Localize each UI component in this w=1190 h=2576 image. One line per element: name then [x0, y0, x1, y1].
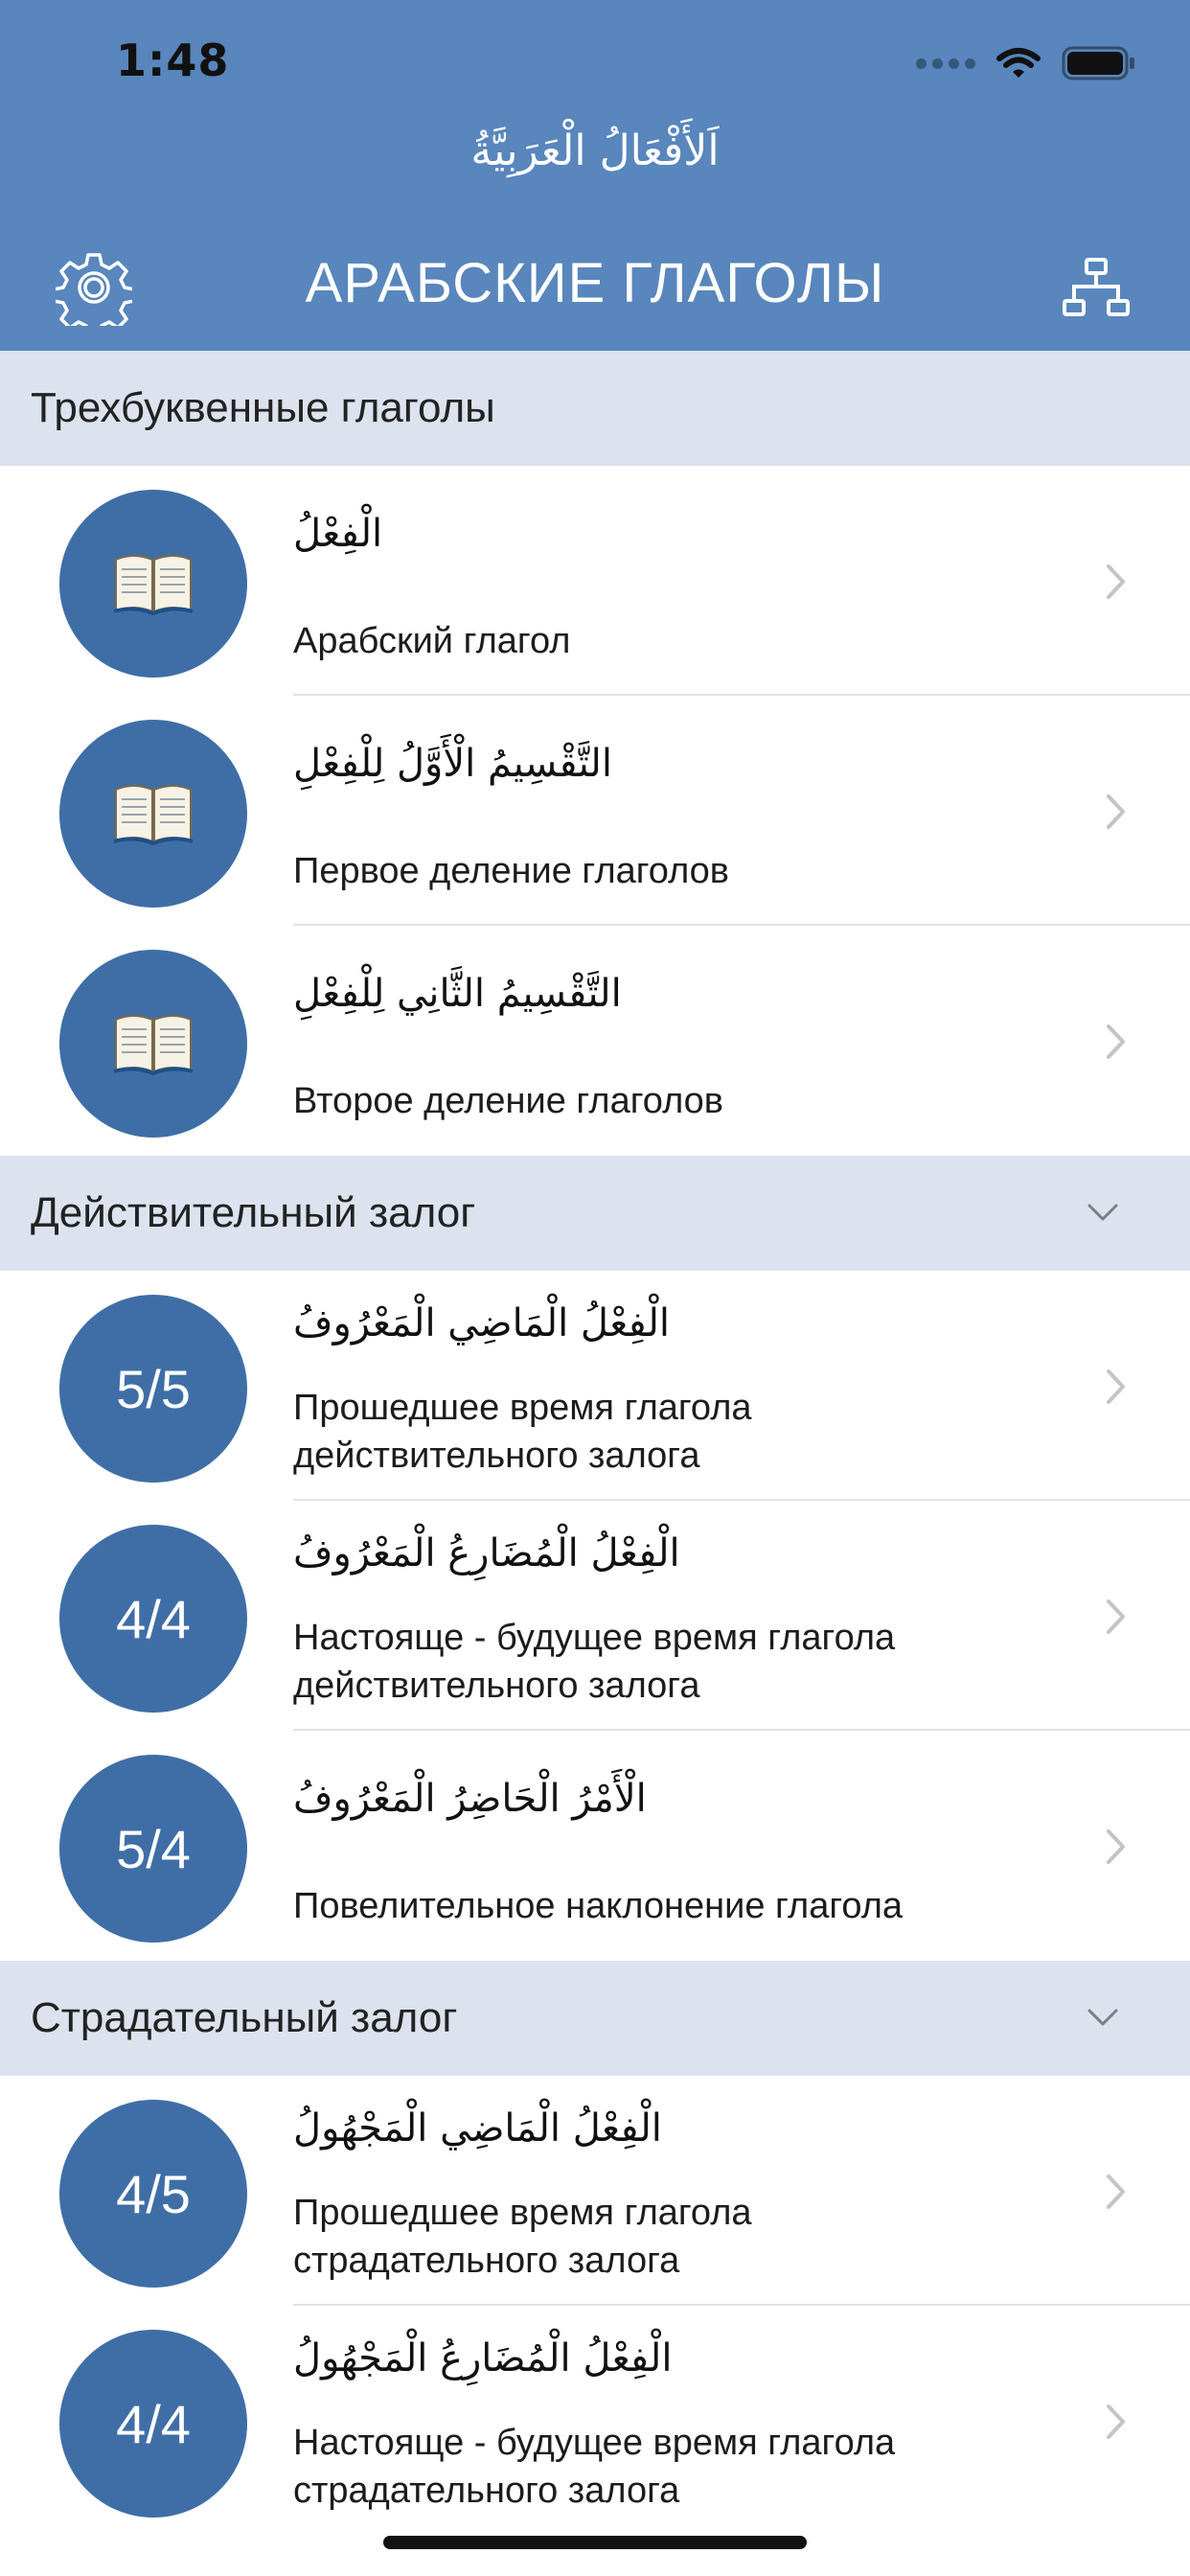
arabic-app-title: اَلأَفْعَالُ الْعَرَبِيَّةُ — [470, 126, 720, 175]
chevron-right-icon — [1107, 1369, 1125, 1404]
item-arabic-title: الْفِعْلُ الْمَاضِي الْمَعْرُوفُ — [293, 1301, 671, 1346]
chevron-right-icon — [1107, 1024, 1125, 1059]
item-badge: 4/5 — [59, 2100, 247, 2288]
item-arabic-title: التَّقْسِيمُ الثَّانِي لِلْفِعْلِ — [293, 972, 622, 1016]
battery-icon — [1062, 46, 1134, 80]
item-subtitle: Прошедшее время глагола действительного … — [293, 1384, 752, 1480]
list-item[interactable]: 5/4 الْأَمْرُ الْحَاضِرُ الْمَعْرُوفُ По… — [0, 1731, 1190, 1961]
item-subtitle-line: Настояще - будущее время глагола — [293, 2423, 896, 2463]
app-screen: 1:48 اَلأَفْعَالُ الْعَرَبِيَّةُ АРАБСКИ… — [0, 0, 1190, 2576]
item-subtitle-line: Прошедшее время глагола — [293, 1388, 752, 1428]
home-indicator[interactable] — [383, 2536, 807, 2549]
page-title: АРАБСКИЕ ГЛАГОЛЫ — [305, 252, 885, 314]
item-badge: 5/4 — [59, 1755, 247, 1943]
section-header-passive-voice[interactable]: Страдательный залог — [0, 1961, 1190, 2076]
chevron-right-icon — [1107, 2174, 1125, 2209]
section-header-triliteral: Трехбуквенные глаголы — [0, 351, 1190, 466]
wifi-icon — [996, 48, 1041, 78]
item-subtitle: Второе деление глаголов — [293, 1081, 723, 1121]
status-icons — [916, 46, 1136, 80]
hierarchy-icon — [1063, 258, 1130, 316]
item-arabic-title: التَّقْسِيمُ الْأَوَّلُ لِلْفِعْلِ — [293, 742, 612, 786]
list-item[interactable]: 4/4 الْفِعْلُ الْمُضَارِعُ الْمَجْهُولُ … — [0, 2306, 1190, 2536]
section-title: Трехбуквенные глаголы — [31, 384, 495, 431]
chevron-right-icon — [1107, 1829, 1125, 1864]
status-time: 1:48 — [116, 34, 230, 86]
item-subtitle-line: Прошедшее время глагола — [293, 2193, 752, 2233]
book-icon — [113, 1015, 194, 1076]
item-subtitle: Повелительное наклонение глагола — [293, 1886, 903, 1926]
chevron-right-icon — [1107, 1599, 1125, 1634]
chevron-down-icon[interactable] — [1087, 1202, 1119, 1225]
list-item[interactable]: الْفِعْلُ Арабский глагол — [0, 466, 1190, 696]
section-title: Страдательный залог — [31, 1994, 458, 2041]
item-subtitle: Настояще - будущее время глагола страдат… — [293, 2419, 895, 2515]
chevron-down-icon[interactable] — [1087, 2007, 1119, 2030]
chevron-right-icon — [1107, 564, 1125, 599]
item-subtitle-line: действительного залога — [293, 1436, 700, 1476]
item-arabic-title: الْفِعْلُ — [293, 512, 383, 556]
item-badge: 4/4 — [59, 1525, 247, 1713]
item-arabic-title: الْفِعْلُ الْمُضَارِعُ الْمَجْهُولُ — [293, 2336, 673, 2380]
chevron-right-icon — [1107, 2404, 1125, 2439]
list-item[interactable]: 4/5 الْفِعْلُ الْمَاضِي الْمَجْهُولُ Про… — [0, 2076, 1190, 2306]
signal-icon — [916, 58, 975, 69]
item-subtitle: Арабский глагол — [293, 621, 571, 661]
item-badge: 5/5 — [59, 1295, 247, 1483]
list-item[interactable]: التَّقْسِيمُ الثَّانِي لِلْفِعْلِ Второе… — [0, 926, 1190, 1156]
chevron-right-icon — [1107, 794, 1125, 829]
list-item[interactable]: 5/5 الْفِعْلُ الْمَاضِي الْمَعْرُوفُ Про… — [0, 1271, 1190, 1501]
item-subtitle-line: Настояще - будущее время глагола — [293, 1618, 896, 1658]
item-badge — [59, 490, 247, 678]
book-icon — [113, 555, 194, 616]
section-header-active-voice[interactable]: Действительный залог — [0, 1156, 1190, 1271]
item-subtitle-line: страдательного залога — [293, 2241, 680, 2281]
list-item[interactable]: 4/4 الْفِعْلُ الْمُضَارِعُ الْمَعْرُوفُ … — [0, 1501, 1190, 1731]
item-arabic-title: الْفِعْلُ الْمَاضِي الْمَجْهُولُ — [293, 2106, 662, 2150]
item-badge: 4/4 — [59, 2330, 247, 2518]
item-subtitle: Прошедшее время глагола страдательного з… — [293, 2189, 752, 2285]
list-item[interactable]: التَّقْسِيمُ الْأَوَّلُ لِلْفِعْلِ Перво… — [0, 696, 1190, 926]
item-arabic-title: الْأَمْرُ الْحَاضِرُ الْمَعْرُوفُ — [293, 1777, 647, 1821]
item-arabic-title: الْفِعْلُ الْمُضَارِعُ الْمَعْرُوفُ — [293, 1531, 680, 1576]
item-subtitle-line: действительного залога — [293, 1666, 700, 1706]
item-subtitle: Первое деление глаголов — [293, 851, 729, 891]
item-subtitle-line: страдательного залога — [293, 2471, 680, 2511]
item-badge — [59, 720, 247, 908]
verb-list: Трехбуквенные глаголы الْفِعْلُ Арабский… — [0, 351, 1190, 2536]
book-icon — [113, 785, 194, 846]
section-title: Действительный залог — [31, 1189, 476, 1236]
header: 1:48 اَلأَفْعَالُ الْعَرَبِيَّةُ АРАБСКИ… — [0, 0, 1190, 351]
item-subtitle: Настояще - будущее время глагола действи… — [293, 1614, 895, 1710]
hierarchy-button[interactable] — [1056, 247, 1136, 328]
item-badge — [59, 950, 247, 1138]
